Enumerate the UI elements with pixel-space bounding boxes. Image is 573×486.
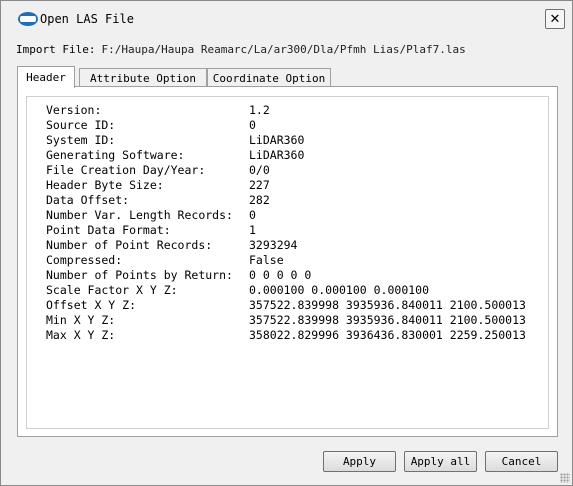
header-info-value: LiDAR360 (249, 133, 305, 147)
import-file-path: F:/Haupa/Haupa Reamarc/La/ar300/Dla/Pfmh… (101, 43, 466, 56)
header-info-value: 227 (249, 178, 270, 192)
header-info-label: File Creation Day/Year: (46, 163, 206, 177)
header-info-value: 0 (249, 118, 256, 132)
header-info-label: Point Data Format: (46, 223, 171, 237)
header-info-value: False (249, 253, 284, 267)
header-info-box: Version: 1.2 Source ID: 0 System ID: LiDAR360… (26, 96, 549, 429)
header-info-value: 3293294 (249, 238, 298, 252)
tab-header[interactable]: Header (17, 66, 75, 88)
header-info-value: 0 0 0 0 0 (249, 268, 312, 282)
header-info-value: LiDAR360 (249, 148, 305, 162)
apply-all-button[interactable]: Apply all (404, 451, 477, 472)
header-info-value: 0.000100 0.000100 0.000100 (249, 283, 430, 297)
header-info-value: 358022.829996 3936436.830001 2259.250013 (249, 328, 526, 342)
header-info-label: Min X Y Z: (46, 313, 116, 327)
header-info-value: 1.2 (249, 103, 270, 117)
import-file-label: Import File: (16, 43, 96, 56)
header-info-label: Header Byte Size: (46, 178, 164, 192)
header-info-value: 357522.839998 3935936.840011 2100.500013 (249, 313, 526, 327)
header-info-label: Number of Points by Return: (46, 268, 233, 282)
apply-button[interactable]: Apply (323, 451, 396, 472)
tab-coordinate-option[interactable]: Coordinate Option (207, 68, 331, 87)
title-bar: Open LAS File ✕ (1, 1, 572, 35)
header-info-label: Scale Factor X Y Z: (46, 283, 178, 297)
header-info-value: 1 (249, 223, 256, 237)
header-info-label: Max X Y Z: (46, 328, 116, 342)
tab-attribute-option[interactable]: Attribute Option (79, 68, 207, 87)
header-info-label: Generating Software: (46, 148, 185, 162)
header-info-label: Number Var. Length Records: (46, 208, 233, 222)
window-title: Open LAS File (40, 12, 134, 26)
header-info-label: Compressed: (46, 253, 123, 267)
cancel-button[interactable]: Cancel (485, 451, 558, 472)
resize-grip-icon[interactable] (560, 473, 570, 483)
header-tab-panel: Version: 1.2 Source ID: 0 System ID: LiDAR360… (17, 86, 558, 437)
import-file-row: Import File: F:/Haupa/Haupa Reamarc/La/ar… (16, 43, 466, 56)
header-info-label: Version: (46, 103, 102, 117)
header-info-label: Number of Point Records: (46, 238, 213, 252)
open-las-file-dialog: Open LAS File ✕ Import File: F:/Haupa/Hau… (0, 0, 573, 486)
header-info-label: Data Offset: (46, 193, 130, 207)
header-info-label: System ID: (46, 133, 116, 147)
header-info-label: Source ID: (46, 118, 116, 132)
close-button[interactable]: ✕ (545, 9, 565, 29)
header-info-value: 0 (249, 208, 256, 222)
header-info-value: 0/0 (249, 163, 270, 177)
lidar360-logo-icon (18, 12, 38, 26)
header-info-value: 357522.839998 3935936.840011 2100.500013 (249, 298, 526, 312)
header-info-label: Offset X Y Z: (46, 298, 137, 312)
header-info-value: 282 (249, 193, 270, 207)
